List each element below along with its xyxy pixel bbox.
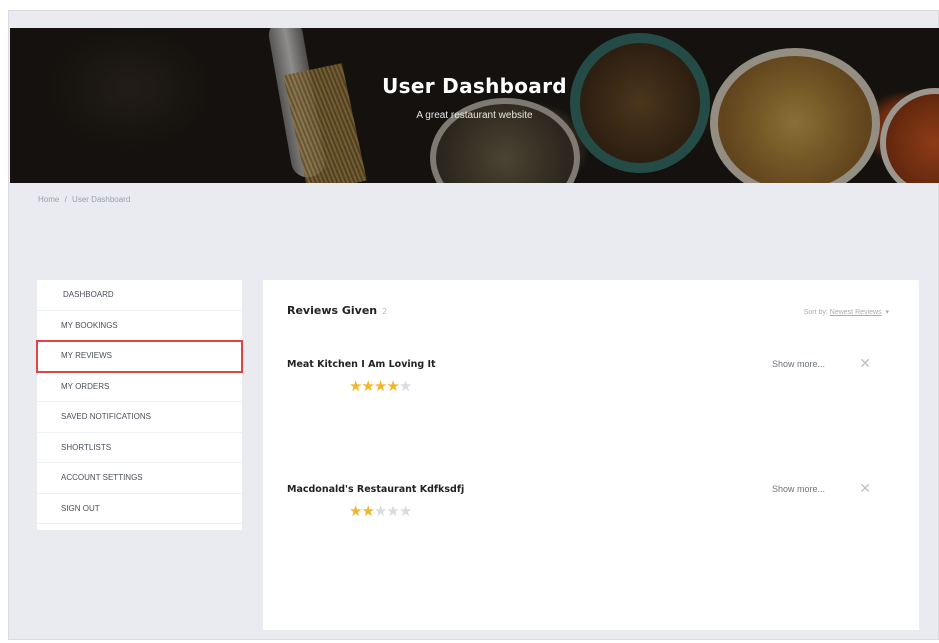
star-icon: ★ bbox=[361, 377, 374, 395]
sidebar-item-my-reviews[interactable]: MY REVIEWS bbox=[36, 340, 243, 373]
close-icon[interactable]: ✕ bbox=[859, 482, 871, 496]
sidebar-item-sign-out[interactable]: SIGN OUT bbox=[37, 494, 242, 524]
reviews-count: 2 bbox=[382, 307, 388, 316]
show-more-link[interactable]: Show more... bbox=[772, 359, 825, 369]
page-title: User Dashboard bbox=[382, 74, 567, 98]
sidebar-item-dashboard[interactable]: DASHBOARD bbox=[37, 280, 242, 311]
sort-label: Sort by: bbox=[803, 309, 828, 316]
review-item: Macdonald's Restaurant Kdfksdfj ★★★★★ Sh… bbox=[287, 482, 897, 519]
star-icon: ★ bbox=[386, 377, 399, 395]
sidebar-item-saved-notifications[interactable]: SAVED NOTIFICATIONS bbox=[37, 402, 242, 433]
star-rating: ★★★★★ bbox=[349, 378, 897, 394]
star-icon: ★ bbox=[361, 502, 374, 520]
sort-value[interactable]: Newest Reviews bbox=[830, 309, 882, 316]
ladle-image bbox=[266, 28, 328, 180]
reviews-heading: Reviews Given 2 bbox=[287, 304, 387, 317]
caret-down-icon[interactable]: ▾ bbox=[885, 309, 889, 316]
breadcrumb: Home / User Dashboard bbox=[38, 195, 133, 204]
star-icon: ★ bbox=[398, 377, 412, 395]
star-icon: ★ bbox=[386, 502, 399, 520]
breadcrumb-home-link[interactable]: Home bbox=[38, 195, 59, 204]
star-icon: ★ bbox=[373, 377, 387, 395]
bowl-image bbox=[570, 33, 710, 173]
breadcrumb-separator: / bbox=[64, 195, 67, 204]
hero-banner bbox=[10, 28, 939, 183]
show-more-link[interactable]: Show more... bbox=[772, 484, 825, 494]
star-icon: ★ bbox=[373, 502, 387, 520]
star-icon: ★ bbox=[349, 502, 362, 520]
sidebar-item-account-settings[interactable]: ACCOUNT SETTINGS bbox=[37, 463, 242, 494]
star-rating: ★★★★★ bbox=[349, 503, 897, 519]
page-subtitle: A great restaurant website bbox=[416, 110, 533, 121]
review-item: Meat Kitchen I Am Loving It ★★★★★ Show m… bbox=[287, 357, 897, 394]
reviews-panel: Reviews Given 2 Sort by: Newest Reviews ▾… bbox=[263, 280, 919, 630]
sidebar-item-my-bookings[interactable]: MY BOOKINGS bbox=[37, 311, 242, 341]
bowl-image bbox=[880, 88, 939, 183]
sidebar-item-my-orders[interactable]: MY ORDERS bbox=[37, 372, 242, 402]
breadcrumb-current: User Dashboard bbox=[72, 195, 131, 204]
star-icon: ★ bbox=[398, 502, 412, 520]
sort-dropdown[interactable]: Sort by: Newest Reviews ▾ bbox=[804, 308, 889, 316]
sidebar-menu: DASHBOARD MY BOOKINGS MY REVIEWS MY ORDE… bbox=[36, 280, 243, 530]
close-icon[interactable]: ✕ bbox=[859, 357, 871, 371]
reviews-heading-text: Reviews Given bbox=[287, 304, 378, 317]
star-icon: ★ bbox=[349, 377, 362, 395]
sidebar-item-shortlists[interactable]: SHORTLISTS bbox=[37, 433, 242, 463]
